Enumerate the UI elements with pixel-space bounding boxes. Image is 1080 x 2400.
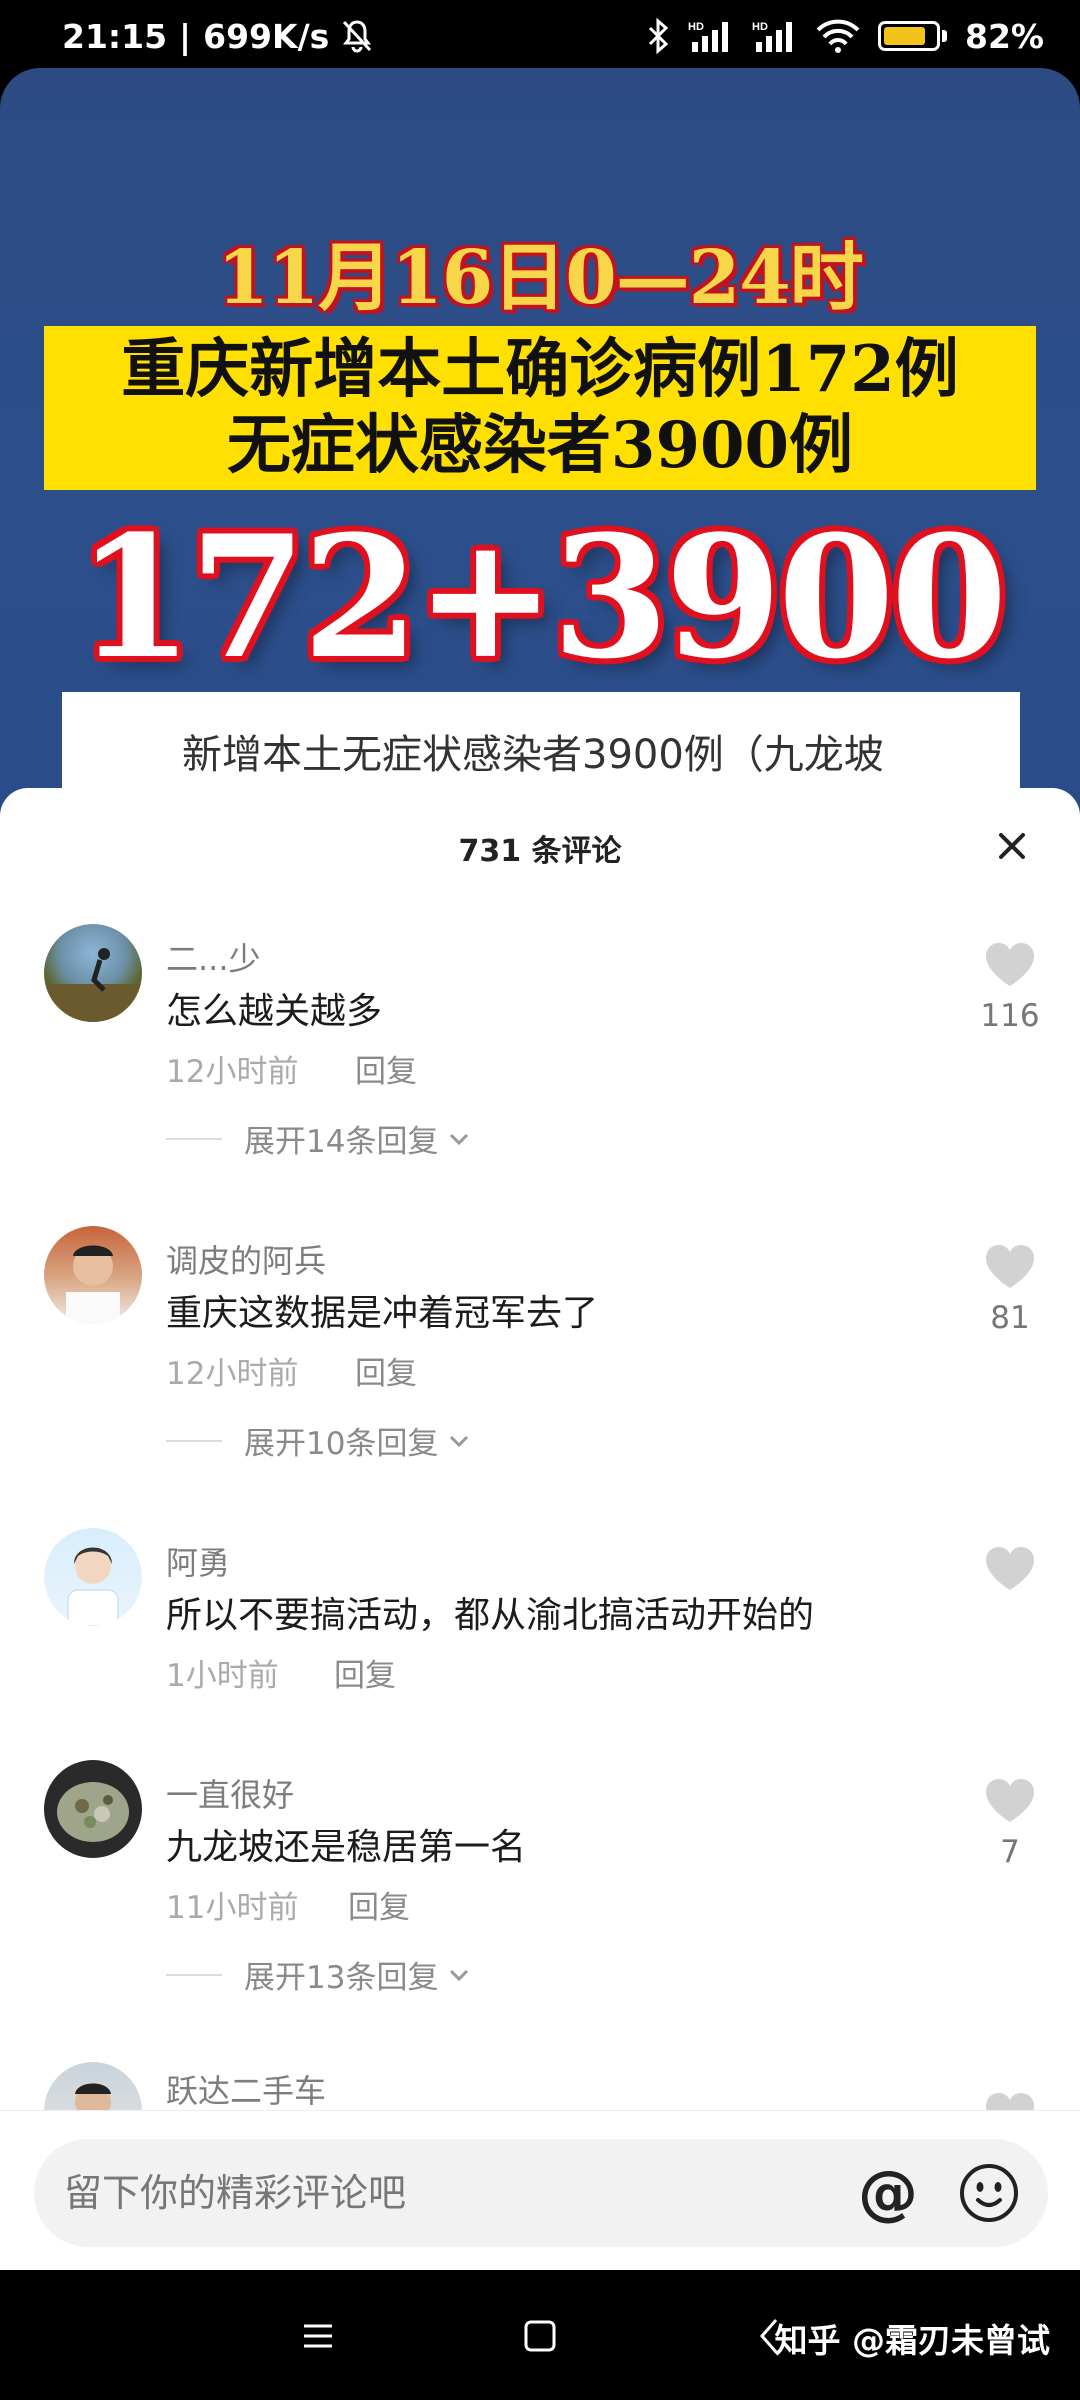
system-nav-bar: 知乎 @霜刃未曾试 [0, 2270, 1080, 2400]
home-button[interactable] [518, 2314, 562, 2358]
heart-icon [986, 943, 1034, 986]
comment-username[interactable]: 二...少 [166, 934, 261, 980]
video-headline-1: 重庆新增本土确诊病例172例 [121, 332, 959, 407]
comment-text: 所以不要搞活动，都从渝北搞活动开始的 [166, 1595, 815, 1636]
wifi-icon [816, 16, 860, 56]
video-big-numbers: 172+3900 [76, 498, 1007, 696]
comments-sheet: 731 条评论 二...少 怎么越关越多 12小时前 回复 展开14条回复 11… [0, 788, 1080, 2270]
video-player[interactable]: 11月16日0—24时 重庆新增本土确诊病例172例 无症状感染者3900例 1… [0, 68, 1080, 828]
comments-header: 731 条评论 [0, 788, 1080, 898]
chevron-down-icon [450, 1435, 469, 1447]
comment-text: 重庆这数据是冲着冠军去了 [166, 1293, 599, 1334]
like-count: 81 [990, 1300, 1030, 1336]
watermark: 知乎 @霜刃未曾试 [774, 2321, 1051, 2360]
expand-replies-button[interactable]: 展开13条回复 [166, 1952, 474, 1997]
video-headline-box: 重庆新增本土确诊病例172例 无症状感染者3900例 [44, 326, 1036, 490]
mute-bell-icon [341, 16, 373, 56]
reply-button[interactable]: 回复 [334, 1650, 396, 1695]
avatar[interactable] [44, 1760, 142, 1858]
reply-button[interactable]: 回复 [355, 1348, 417, 1393]
menu-icon [304, 2324, 332, 2348]
battery-percent: 82% [965, 16, 1044, 56]
comment-item: 一直很好 九龙坡还是稳居第一名 11小时前 回复 展开13条回复 7 [0, 1760, 1080, 2020]
heart-icon [986, 1779, 1034, 1822]
like-button[interactable]: 116 [980, 942, 1040, 1034]
mention-button[interactable]: @ [858, 2158, 918, 2228]
chevron-down-icon [450, 1133, 469, 1145]
comment-username[interactable]: 跃达二手车 [166, 2066, 326, 2112]
comment-username[interactable]: 调皮的阿兵 [166, 1236, 326, 1282]
battery-icon [878, 21, 947, 51]
reply-button[interactable]: 回复 [348, 1882, 410, 1927]
like-button[interactable]: 81 [980, 1244, 1040, 1336]
like-button[interactable]: 7 [980, 1778, 1040, 1870]
like-button[interactable] [980, 1546, 1040, 1596]
video-headline-2: 无症状感染者3900例 [226, 408, 854, 483]
close-icon [999, 833, 1025, 859]
reply-button[interactable]: 回复 [355, 1046, 417, 1091]
comment-item: 阿勇 所以不要搞活动，都从渝北搞活动开始的 1小时前 回复 [0, 1528, 1080, 1718]
comment-text: 怎么越关越多 [166, 991, 383, 1032]
expand-replies-label: 展开14条回复 [244, 1124, 439, 1160]
like-count: 7 [1000, 1834, 1020, 1870]
emoji-icon [960, 2164, 1018, 2222]
comment-input-container: @ [34, 2139, 1048, 2247]
comment-input[interactable] [64, 2171, 858, 2215]
bluetooth-icon [646, 16, 670, 56]
expand-replies-button[interactable]: 展开10条回复 [166, 1418, 474, 1463]
comment-time: 11小时前 [166, 1890, 299, 1926]
avatar[interactable] [44, 1226, 142, 1324]
status-bar: 21:15 | 699K/s HD HD 82% [0, 0, 1080, 72]
avatar[interactable] [44, 1528, 142, 1626]
svg-text:HD: HD [688, 21, 704, 33]
comment-item: 调皮的阿兵 重庆这数据是冲着冠军去了 12小时前 回复 展开10条回复 81 [0, 1226, 1080, 1486]
like-count: 116 [980, 998, 1040, 1034]
battery-fill [884, 27, 925, 45]
comment-username[interactable]: 一直很好 [166, 1770, 294, 1816]
expand-replies-button[interactable]: 展开14条回复 [166, 1116, 474, 1161]
signal-hd-icon: HD [688, 16, 734, 56]
status-net-speed: 699K/s [203, 16, 330, 56]
video-date-line: 11月16日0—24时 [217, 235, 863, 321]
home-icon [524, 2320, 556, 2352]
heart-icon [986, 1245, 1034, 1288]
comment-item: 二...少 怎么越关越多 12小时前 回复 展开14条回复 116 [0, 924, 1080, 1184]
menu-button[interactable] [296, 2314, 340, 2358]
comment-time: 12小时前 [166, 1054, 299, 1090]
signal-hd-icon: HD [752, 16, 798, 56]
comment-input-bar: @ [0, 2110, 1080, 2270]
svg-text:HD: HD [752, 21, 768, 33]
comment-time: 1小时前 [166, 1658, 279, 1694]
heart-icon [986, 1547, 1034, 1590]
comment-text: 九龙坡还是稳居第一名 [166, 1827, 527, 1868]
emoji-button[interactable] [958, 2162, 1020, 2224]
close-button[interactable] [992, 826, 1032, 866]
expand-replies-label: 展开10条回复 [244, 1426, 439, 1462]
status-divider: | [179, 16, 192, 56]
comment-time: 12小时前 [166, 1356, 299, 1392]
comments-count-title: 731 条评论 [458, 834, 622, 869]
expand-replies-label: 展开13条回复 [244, 1960, 439, 1996]
comment-username[interactable]: 阿勇 [166, 1538, 230, 1584]
chevron-down-icon [450, 1969, 469, 1981]
status-time: 21:15 [62, 16, 168, 56]
avatar[interactable] [44, 924, 142, 1022]
